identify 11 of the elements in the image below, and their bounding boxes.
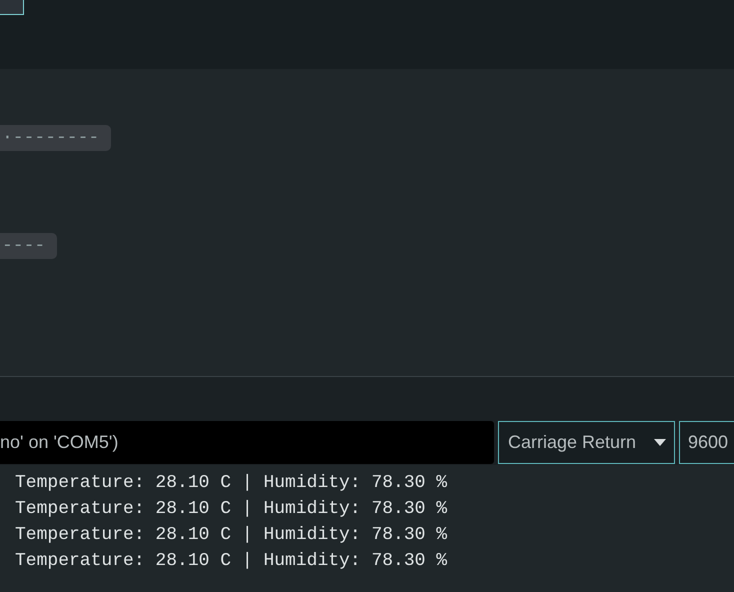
serial-output-line: Temperature: 28.10 C | Humidity: 78.30 % <box>15 524 448 547</box>
serial-output-line: Temperature: 28.10 C | Humidity: 78.30 % <box>15 472 448 495</box>
code-chip: ·-------- <box>0 125 112 151</box>
message-input-field[interactable]: no' on 'COM5') <box>0 421 494 464</box>
caret-icon <box>654 439 666 446</box>
baud-rate-dropdown[interactable]: 9600 <box>679 421 734 464</box>
toolbar-button[interactable] <box>0 0 24 15</box>
serial-output-line: Temperature: 28.10 C | Humidity: 78.30 % <box>15 550 448 573</box>
line-ending-dropdown[interactable]: Carriage Return <box>498 421 675 464</box>
serial-output-line: Temperature: 28.10 C | Humidity: 78.30 % <box>15 498 448 521</box>
code-chip: ---- <box>0 233 58 259</box>
